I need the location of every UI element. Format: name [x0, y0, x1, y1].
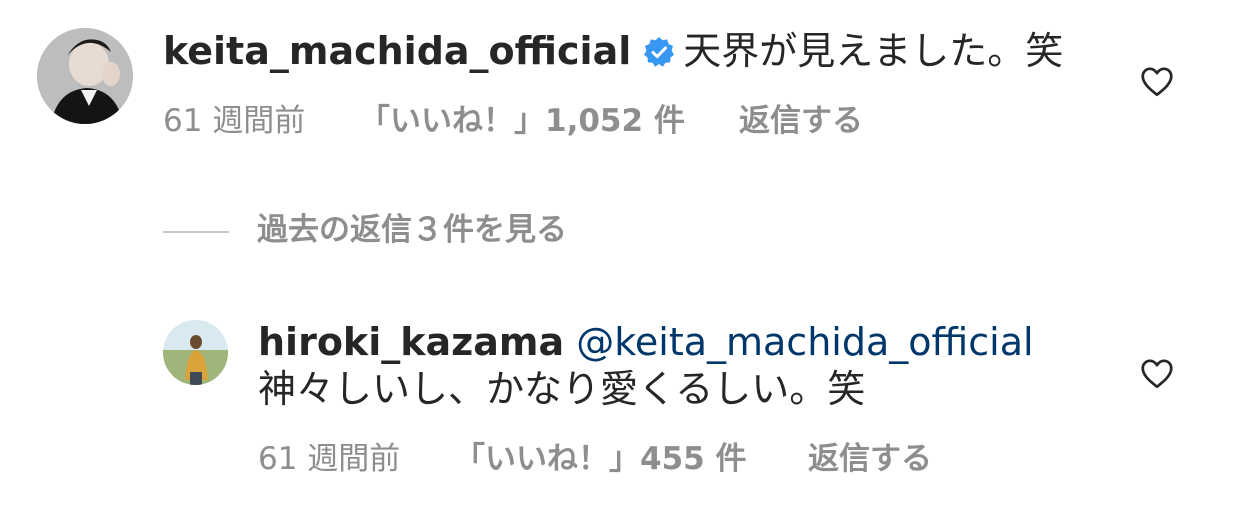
reply-mention-link[interactable]: @keita_machida_official [576, 320, 1033, 364]
comment-line: keita_machida_official 天界が見えました。笑 [163, 29, 1063, 77]
reply-likes-count[interactable]: 「いいね！」455 件 [454, 441, 808, 477]
view-replies-label: 過去の返信３件を見る [257, 212, 567, 248]
reply-line: hiroki_kazama @keita_machida_official [258, 320, 1034, 364]
comment-username[interactable]: keita_machida_official [163, 29, 631, 73]
verified-badge-icon [643, 33, 675, 77]
view-previous-replies-button[interactable]: 過去の返信３件を見る [163, 208, 567, 252]
avatar[interactable] [37, 28, 133, 124]
reply-text-line: 神々しいし、かなり愛くるしい。笑 [258, 367, 865, 411]
comment-timestamp[interactable]: 61 週間前 [163, 103, 359, 139]
divider [163, 230, 229, 233]
reply-button[interactable]: 返信する [739, 103, 863, 139]
like-heart-icon[interactable] [1139, 356, 1175, 392]
reply-timestamp[interactable]: 61 週間前 [258, 441, 454, 477]
comment-likes-count[interactable]: 「いいね！」1,052 件 [359, 103, 739, 139]
reply-meta: 61 週間前 「いいね！」455 件返信する [258, 441, 932, 477]
like-heart-icon[interactable] [1139, 64, 1175, 100]
reply-text: 神々しいし、かなり愛くるしい。笑 [258, 367, 866, 411]
comment-meta: 61 週間前 「いいね！」1,052 件返信する [163, 103, 863, 139]
comment-text: 天界が見えました。笑 [683, 29, 1064, 73]
avatar[interactable] [163, 320, 228, 385]
reply-button[interactable]: 返信する [808, 441, 932, 477]
reply-username[interactable]: hiroki_kazama [258, 320, 564, 364]
